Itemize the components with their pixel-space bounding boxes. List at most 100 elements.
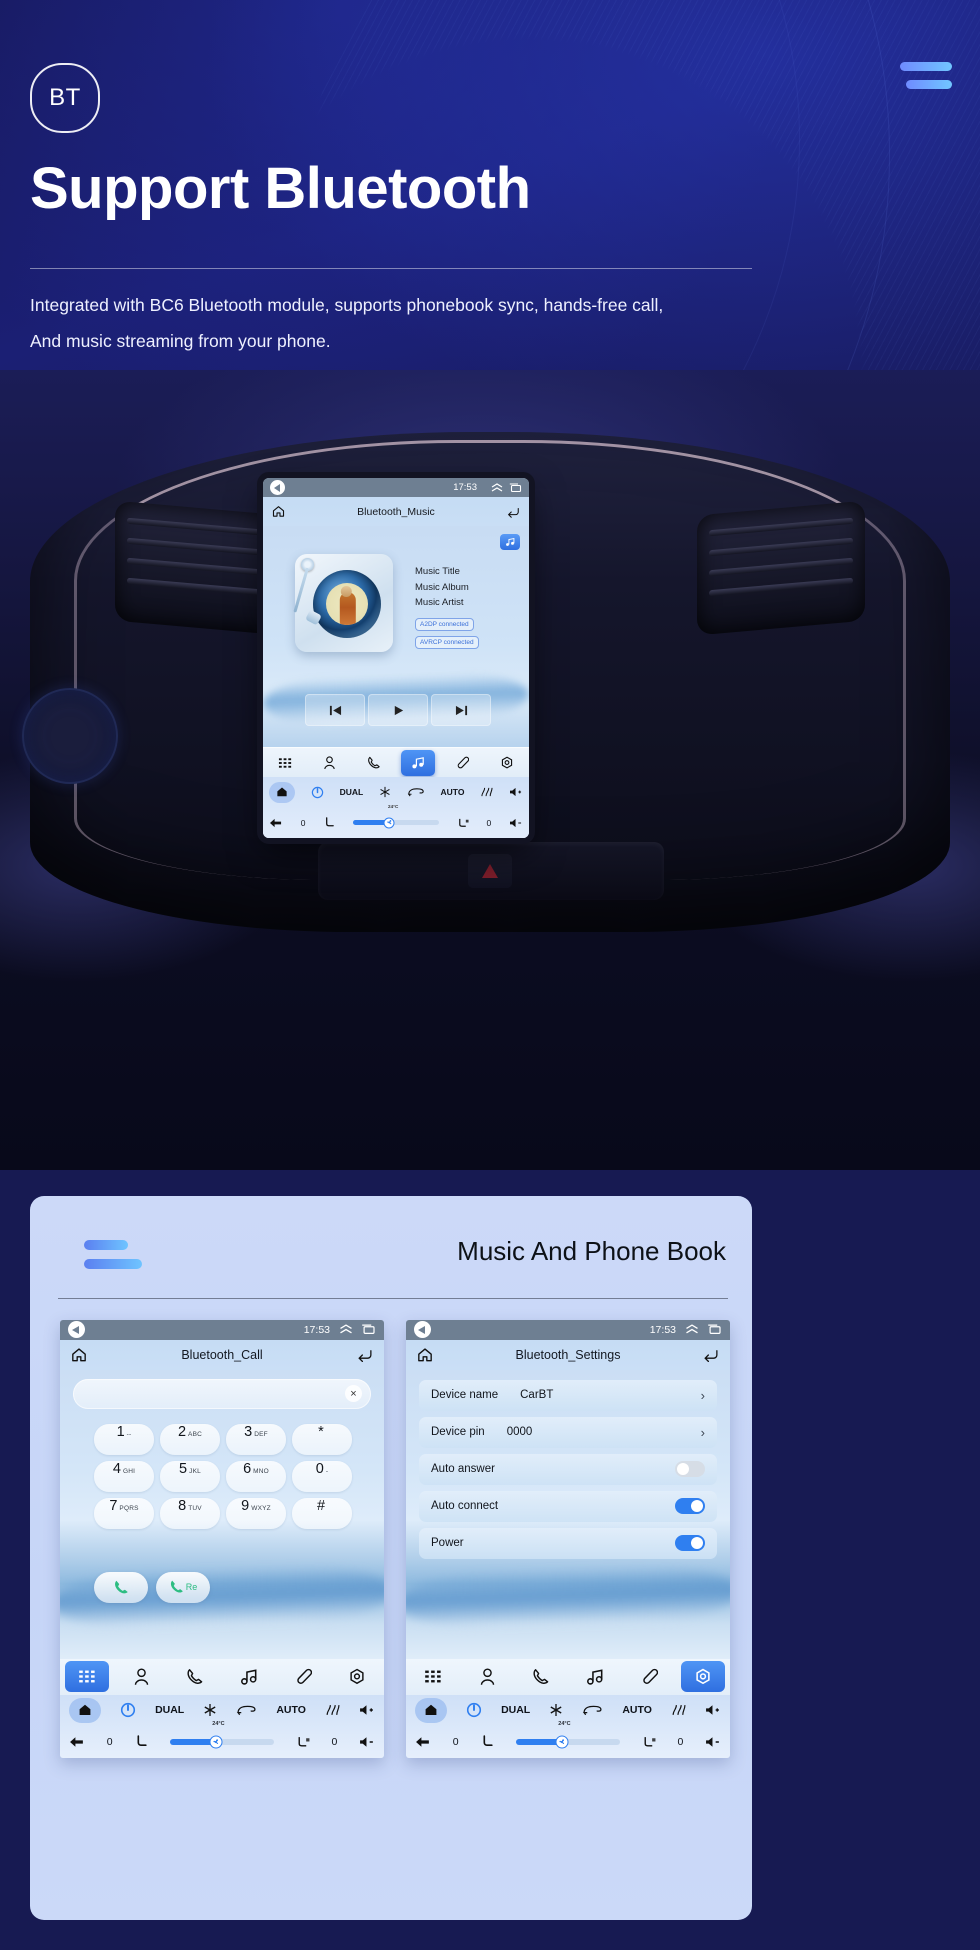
music-note-icon[interactable] (227, 1661, 271, 1692)
recents-icon[interactable] (707, 1324, 722, 1335)
seat-heat-icon[interactable] (642, 1735, 656, 1749)
defrost-icon[interactable] (671, 1703, 686, 1717)
link-icon[interactable] (445, 750, 479, 776)
recirculation-icon[interactable] (407, 787, 425, 797)
volume-down-icon[interactable] (509, 817, 523, 829)
key-8[interactable]: 8 TUV (160, 1497, 220, 1529)
phone-icon[interactable] (357, 750, 391, 776)
auto-connect-toggle[interactable] (675, 1498, 705, 1515)
clear-x-icon[interactable]: × (345, 1385, 362, 1403)
chevron-right-icon[interactable]: › (701, 1388, 705, 1403)
auto-answer-toggle[interactable] (675, 1461, 705, 1478)
seat-heat-icon[interactable] (296, 1735, 310, 1749)
defrost-icon[interactable] (480, 786, 493, 798)
key-0[interactable]: 0- (292, 1460, 352, 1492)
setting-auto-answer[interactable]: Auto answer (419, 1453, 717, 1485)
next-track-icon[interactable] (431, 694, 491, 726)
dual-label[interactable]: DUAL (501, 1704, 530, 1716)
key-1[interactable]: 1 -- (94, 1423, 154, 1455)
seat-icon[interactable] (480, 1735, 494, 1749)
recirculation-icon[interactable] (582, 1704, 603, 1716)
fan-speed-slider[interactable] (170, 1735, 274, 1749)
back-arrow-icon[interactable] (414, 1321, 431, 1339)
recents-icon[interactable] (509, 482, 522, 493)
back-arrow-icon[interactable] (68, 1321, 85, 1339)
phone-icon[interactable] (173, 1661, 217, 1692)
setting-device-pin[interactable]: Device pin 0000 › (419, 1416, 717, 1448)
key-7[interactable]: 7 PQRS (94, 1497, 154, 1529)
contacts-icon[interactable] (119, 1661, 163, 1692)
volume-up-icon[interactable] (705, 1703, 721, 1717)
dual-label[interactable]: DUAL (155, 1704, 184, 1716)
power-icon[interactable] (311, 786, 324, 799)
back-arrow-icon[interactable] (269, 817, 283, 829)
seat-icon[interactable] (134, 1735, 148, 1749)
apps-grid-icon[interactable] (268, 750, 302, 776)
key-9[interactable]: 9 WXYZ (226, 1497, 286, 1529)
apps-grid-icon[interactable] (411, 1661, 455, 1692)
fan-icon[interactable] (209, 1735, 223, 1749)
setting-power[interactable]: Power (419, 1527, 717, 1559)
back-arrow-icon[interactable] (69, 1735, 85, 1749)
seat-heat-icon[interactable] (457, 817, 469, 829)
back-arrow-icon[interactable] (270, 480, 285, 495)
chevron-up-icon[interactable] (339, 1324, 353, 1335)
volume-down-icon[interactable] (359, 1735, 375, 1749)
settings-gear-icon[interactable] (681, 1661, 725, 1693)
dial-input-field[interactable]: × (73, 1378, 371, 1409)
link-icon[interactable] (627, 1661, 671, 1692)
settings-gear-icon[interactable] (490, 750, 524, 776)
fan-speed-slider[interactable] (352, 817, 439, 828)
home-icon[interactable] (69, 1697, 101, 1723)
link-icon[interactable] (281, 1661, 325, 1692)
power-icon[interactable] (466, 1702, 482, 1718)
defrost-icon[interactable] (325, 1703, 340, 1717)
auto-label[interactable]: AUTO (276, 1704, 306, 1716)
home-icon[interactable] (269, 781, 295, 803)
contacts-icon[interactable] (312, 750, 346, 776)
back-arrow-icon[interactable] (415, 1735, 431, 1749)
key-2[interactable]: 2 ABC (160, 1423, 220, 1455)
settings-gear-icon[interactable] (335, 1661, 379, 1692)
setting-device-name[interactable]: Device name CarBT › (419, 1379, 717, 1411)
volume-up-icon[interactable] (509, 786, 523, 798)
contacts-icon[interactable] (465, 1661, 509, 1692)
chevron-right-icon[interactable]: › (701, 1425, 705, 1440)
key-5[interactable]: 5 JKL (160, 1460, 220, 1492)
music-note-icon[interactable] (500, 534, 520, 550)
auto-label[interactable]: AUTO (441, 787, 465, 797)
chevron-up-icon[interactable] (685, 1324, 699, 1335)
apps-grid-icon[interactable] (65, 1661, 109, 1693)
key-6[interactable]: 6 MNO (226, 1460, 286, 1492)
snowflake-icon[interactable] (549, 1703, 563, 1717)
power-icon[interactable] (120, 1702, 136, 1718)
dual-label[interactable]: DUAL (340, 787, 364, 797)
fan-icon[interactable] (383, 817, 395, 828)
chevron-up-icon[interactable] (491, 482, 503, 493)
menu-icon[interactable] (900, 62, 952, 89)
phone-call-icon[interactable] (94, 1571, 148, 1603)
home-icon[interactable] (415, 1697, 447, 1723)
play-icon[interactable] (368, 694, 428, 726)
snowflake-icon[interactable] (203, 1703, 217, 1717)
recents-icon[interactable] (361, 1324, 376, 1335)
key-star[interactable]: * (292, 1423, 352, 1455)
volume-down-icon[interactable] (705, 1735, 721, 1749)
setting-auto-connect[interactable]: Auto connect (419, 1490, 717, 1522)
phone-redial-icon[interactable]: Re (156, 1571, 210, 1603)
recirculation-icon[interactable] (236, 1704, 257, 1716)
hazard-light-button[interactable] (468, 854, 512, 888)
fan-icon[interactable] (555, 1735, 569, 1749)
auto-label[interactable]: AUTO (622, 1704, 652, 1716)
music-note-icon[interactable] (401, 749, 436, 776)
fan-speed-slider[interactable] (516, 1735, 620, 1749)
key-4[interactable]: 4 GHI (94, 1460, 154, 1492)
music-note-icon[interactable] (573, 1661, 617, 1692)
volume-up-icon[interactable] (359, 1703, 375, 1717)
key-3[interactable]: 3 DEF (226, 1423, 286, 1455)
key-hash[interactable]: # (292, 1497, 352, 1529)
seat-icon[interactable] (323, 816, 335, 829)
phone-icon[interactable] (519, 1661, 563, 1692)
prev-track-icon[interactable] (305, 694, 365, 726)
snowflake-icon[interactable] (379, 786, 391, 798)
